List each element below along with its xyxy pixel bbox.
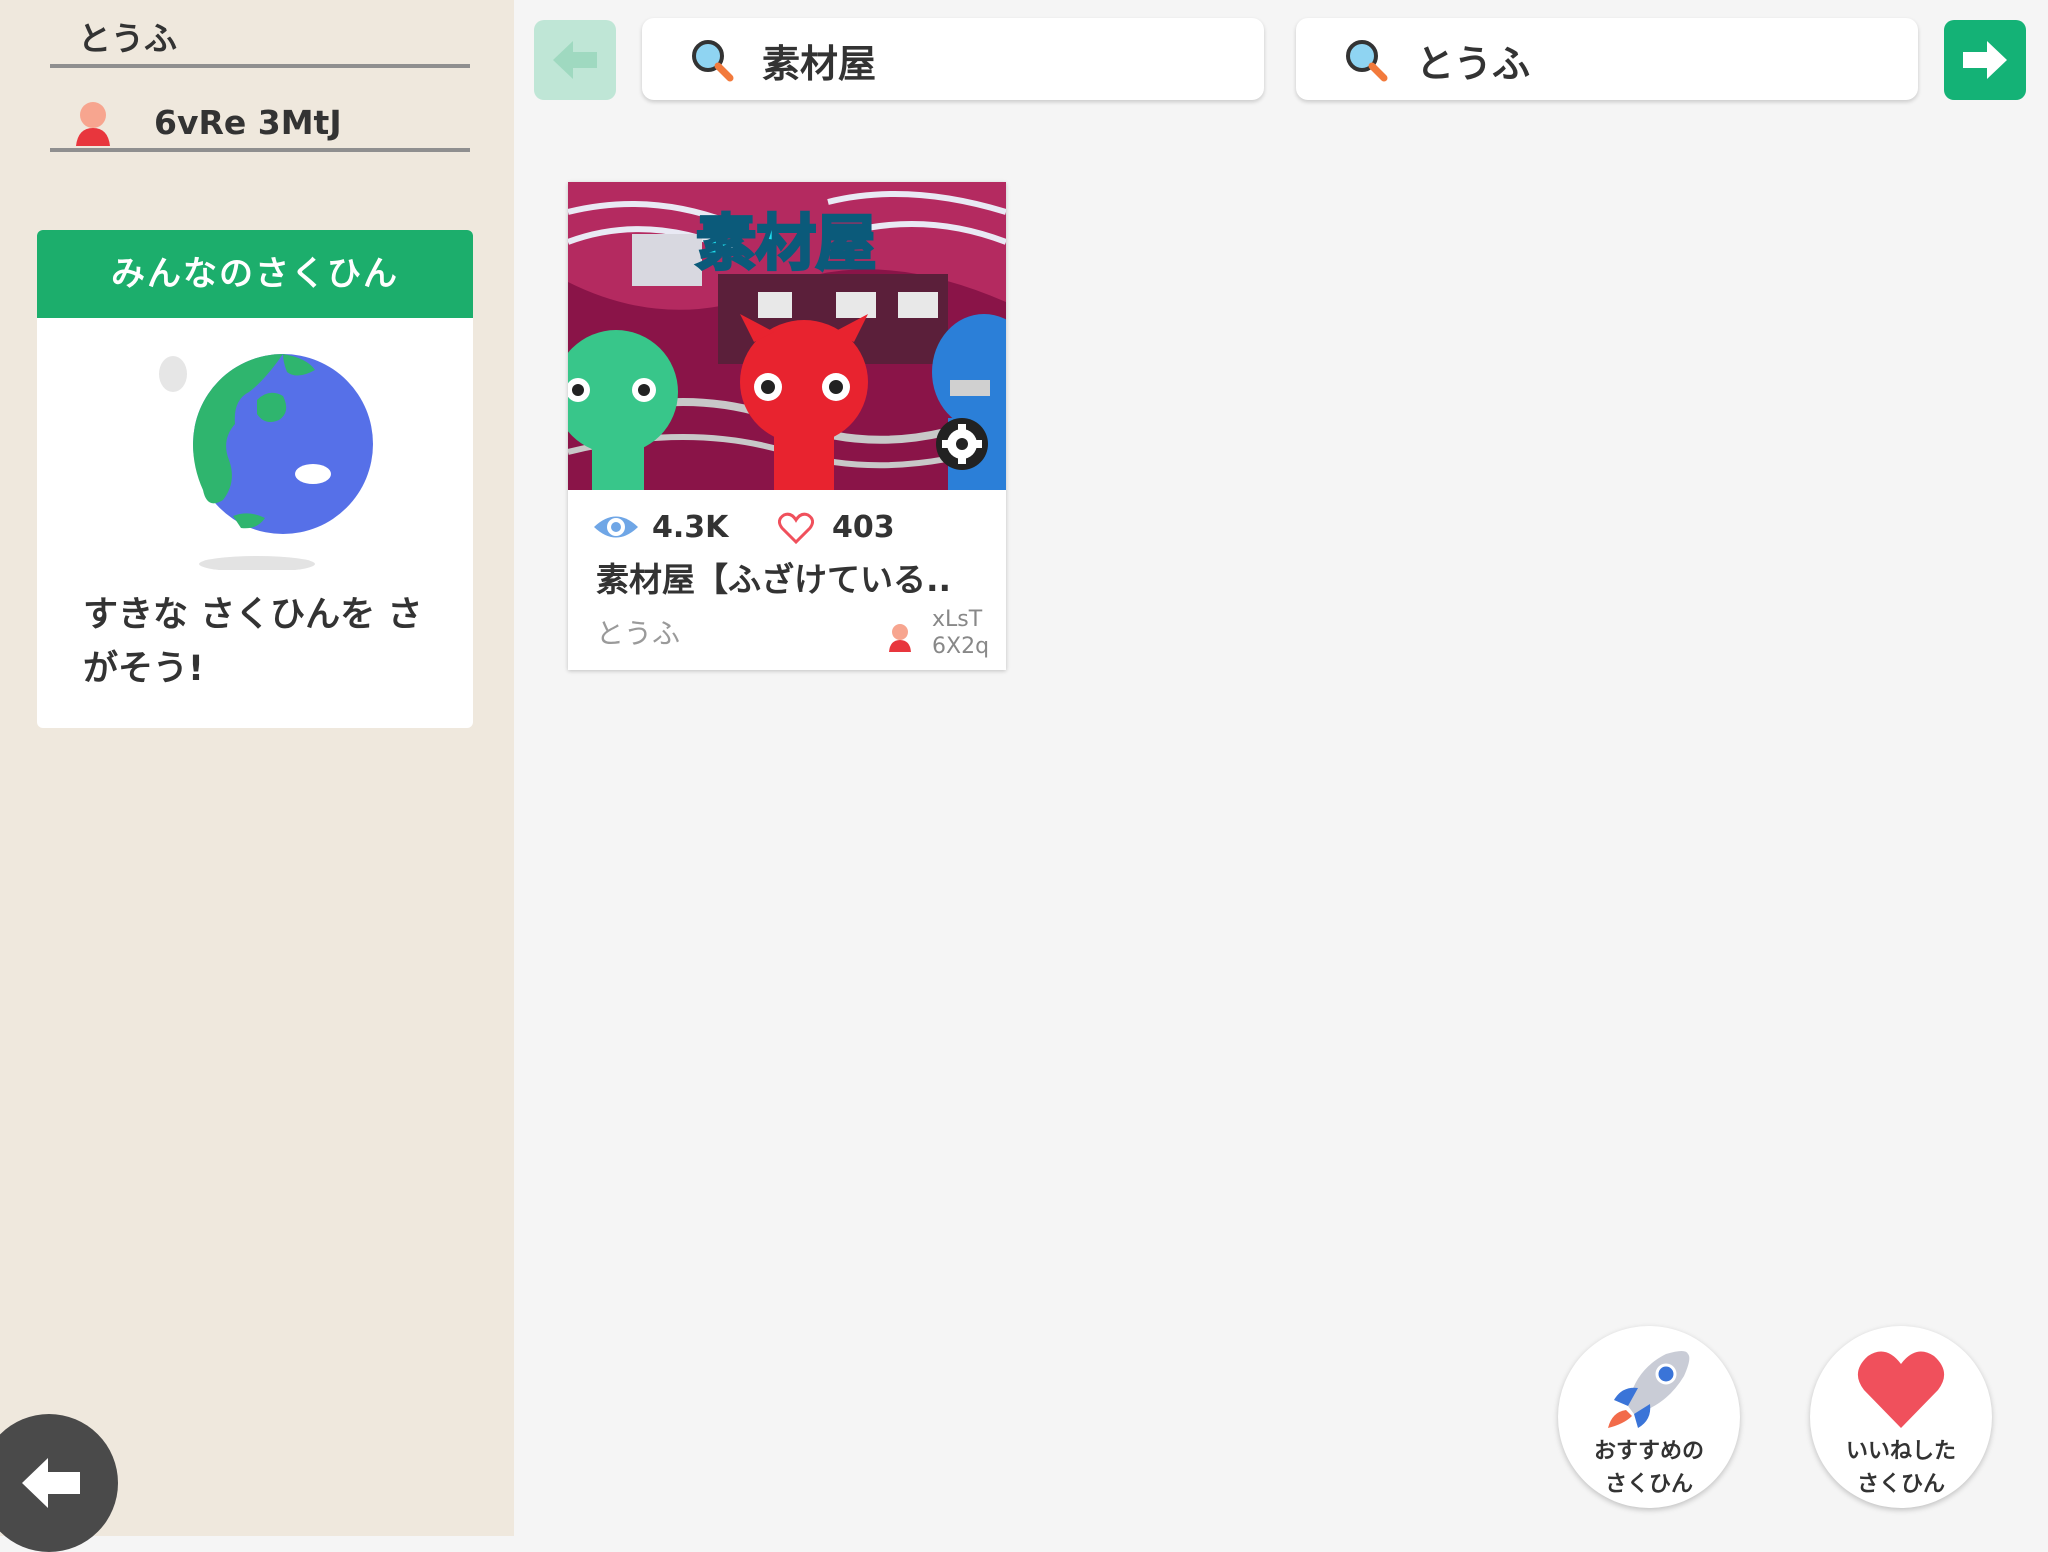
liked-works-label: いいねした さくひん [1845,1438,1956,1496]
back-button[interactable] [0,1414,118,1552]
search-icon [692,40,734,82]
heart-outline-icon [778,512,814,544]
everyone-works-panel[interactable]: みんなのさくひん すきな さくひんを さがそう! [37,230,473,728]
recommended-works-label: おすすめの さくひん [1593,1438,1704,1496]
heart-icon [1857,1351,1945,1428]
work-author: とうふ [596,617,681,650]
next-page-button[interactable] [1944,20,2026,100]
view-count-value: 4.3K [652,510,729,545]
sidebar: とうふ 6vRe 3MtJ みんなのさくひん すきな さくひんを さがそう! [0,0,514,1552]
panel-message: すきな さくひんを さがそう! [83,595,423,689]
sidebar-keyword[interactable]: とうふ [50,10,470,68]
rocket-icon [1608,1351,1690,1428]
user-icon [888,622,912,656]
prev-page-button[interactable] [534,20,616,100]
author-search-box[interactable] [1296,18,1918,100]
work-card[interactable]: 素材屋 4.3K 403 素材屋【ふざけている.. とうふ xLsT 6X2q [568,182,1006,670]
sidebar-user-field[interactable]: 6vRe 3MtJ [50,94,470,152]
sidebar-user-id: 6vRe 3MtJ [154,103,342,142]
back-arrow-icon [22,1458,80,1508]
like-count-value: 403 [832,510,895,545]
eye-icon [594,516,638,538]
recommended-works-button[interactable]: おすすめの さくひん [1558,1326,1740,1508]
title-search-input[interactable] [760,28,1244,92]
panel-title: みんなのさくひん [37,230,473,318]
globe-icon [137,340,377,572]
work-stats: 4.3K 403 [592,508,992,548]
title-search-box[interactable] [642,18,1264,100]
arrow-right-icon [1963,41,2007,79]
work-thumbnail: 素材屋 [568,182,1006,490]
liked-works-button[interactable]: いいねした さくひん [1810,1326,1992,1508]
work-user-id: xLsT 6X2q [932,607,990,659]
author-search-input[interactable] [1414,28,1898,92]
user-icon [74,100,112,146]
gear-icon [936,418,988,470]
search-icon [1346,40,1388,82]
arrow-left-icon [553,41,597,79]
work-title: 素材屋【ふざけている.. [596,560,952,599]
thumbnail-title: 素材屋 [696,209,876,279]
